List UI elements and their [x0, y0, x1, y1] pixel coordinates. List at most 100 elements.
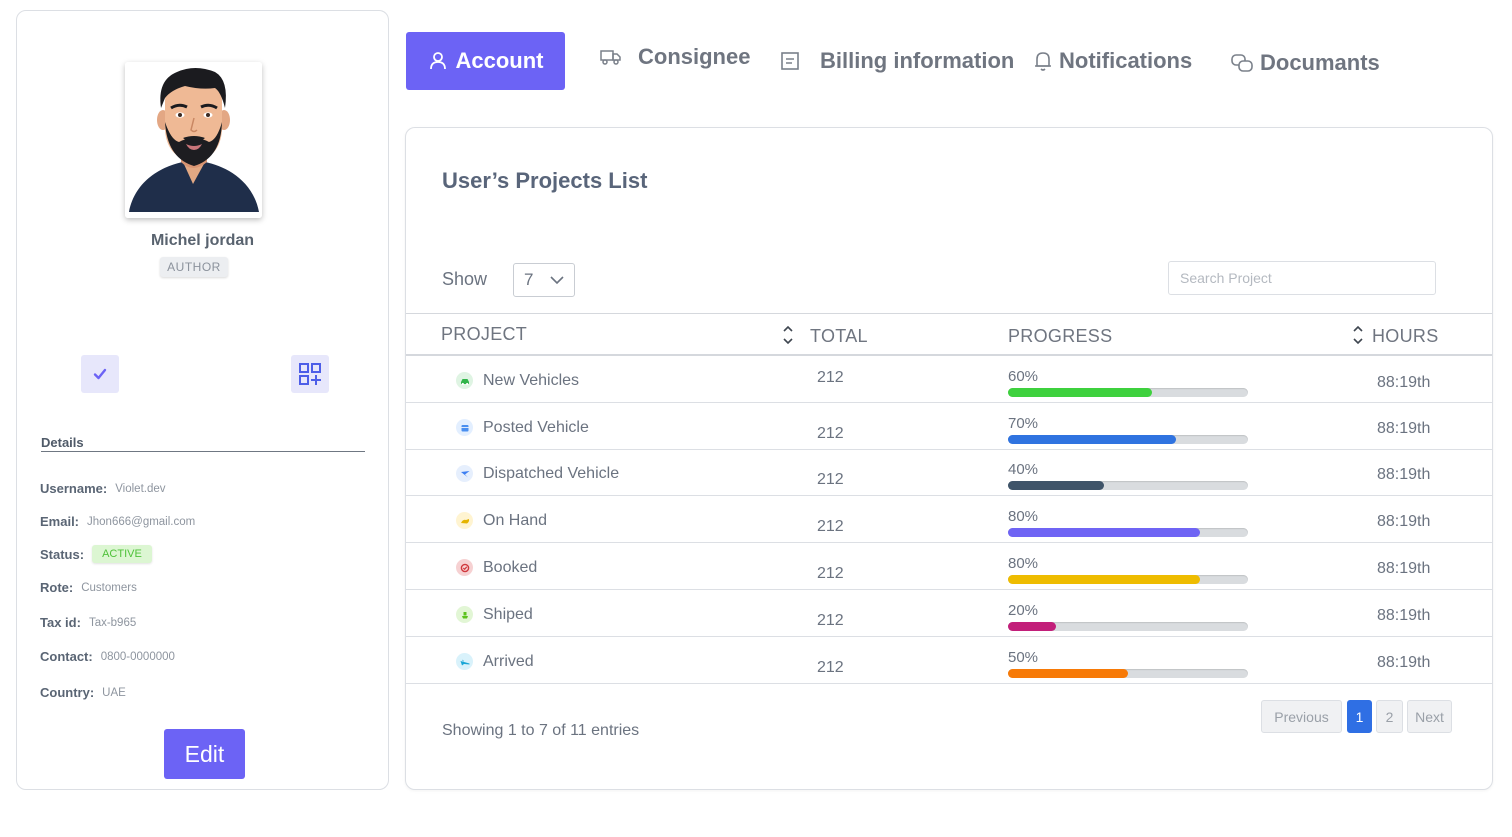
- entries-select-value: 7: [524, 270, 534, 289]
- grid-add-button[interactable]: [291, 355, 329, 393]
- column-project[interactable]: PROJECT: [441, 324, 527, 345]
- tab-notifications[interactable]: Notifications: [1033, 48, 1192, 74]
- detail-contact: Contact: 0800-0000000: [40, 649, 175, 664]
- table-row[interactable]: Posted Vehicle 212 70% 88:19th: [406, 403, 1492, 450]
- status-badge: ACTIVE: [92, 545, 152, 563]
- project-total: 212: [817, 659, 844, 676]
- details-title: Details: [41, 435, 84, 450]
- ship-icon-glyph: [461, 611, 468, 618]
- project-total: 212: [817, 518, 844, 535]
- tab-label: Consignee: [638, 44, 751, 69]
- check-icon: [93, 368, 107, 380]
- pagination-next-button[interactable]: Next: [1407, 700, 1452, 733]
- document-icon: [781, 52, 799, 70]
- column-hours[interactable]: HOURS: [1372, 326, 1439, 347]
- tab-billing-information[interactable]: Billing information: [780, 48, 1014, 74]
- progress-bar: [1008, 528, 1248, 537]
- project-name: Dispatched Vehicle: [483, 465, 620, 482]
- progress-bar: [1008, 481, 1248, 490]
- project-total: 212: [817, 425, 844, 442]
- detail-value: Customers: [81, 581, 137, 594]
- project-name: Booked: [483, 559, 538, 576]
- column-total[interactable]: TOTAL: [810, 326, 868, 347]
- column-progress[interactable]: PROGRESS: [1008, 326, 1112, 347]
- entries-info: Showing 1 to 7 of 11 entries: [442, 722, 640, 739]
- avatar-illustration: [125, 62, 262, 218]
- project-hours: 88:19th: [1377, 513, 1431, 530]
- table-row[interactable]: Arrived 212 50% 88:19th: [406, 637, 1492, 684]
- truck-icon: [600, 50, 621, 65]
- progress-bar-fill: [1008, 435, 1176, 444]
- progress-label: 60%: [1008, 368, 1039, 385]
- tab-account[interactable]: Account: [406, 32, 565, 90]
- search-input[interactable]: [1168, 261, 1436, 295]
- ship-icon: [456, 606, 473, 623]
- progress-bar-fill: [1008, 575, 1200, 584]
- detail-value: Tax-b965: [88, 616, 137, 629]
- detail-country: Country: UAE: [40, 685, 126, 700]
- progress-bar: [1008, 622, 1248, 631]
- tab-label: Documants: [1260, 50, 1380, 75]
- tab-consignee[interactable]: Consignee: [600, 44, 750, 70]
- project-name: Shiped: [483, 606, 533, 623]
- detail-key: Email:: [40, 514, 80, 529]
- project-name: Posted Vehicle: [483, 419, 589, 436]
- pagination-page-1[interactable]: 1: [1347, 700, 1372, 733]
- sort-icon[interactable]: [782, 324, 794, 346]
- progress-bar-fill: [1008, 622, 1056, 631]
- progress-bar-fill: [1008, 481, 1104, 490]
- progress-bar: [1008, 669, 1248, 678]
- project-hours: 88:19th: [1377, 466, 1431, 483]
- tab-label: Billing information: [820, 48, 1015, 73]
- detail-key: Username:: [40, 481, 108, 496]
- send-icon: [456, 465, 473, 482]
- project-hours: 88:19th: [1377, 607, 1431, 624]
- hand-icon: [456, 512, 473, 529]
- tab-label: Account: [455, 48, 544, 73]
- booked-icon-glyph: [460, 563, 469, 572]
- progress-label: 20%: [1008, 602, 1039, 619]
- detail-tax-id: Tax id: Tax-b965: [40, 615, 136, 630]
- avatar: [125, 62, 262, 218]
- detail-status: Status: ACTIVE: [40, 545, 152, 563]
- detail-rote: Rote: Customers: [40, 580, 137, 595]
- pagination-previous-button[interactable]: Previous: [1261, 700, 1342, 733]
- project-name: New Vehicles: [483, 372, 580, 389]
- progress-label: 70%: [1008, 415, 1039, 432]
- detail-value: UAE: [102, 686, 126, 699]
- role-badge: AUTHOR: [160, 257, 228, 277]
- sort-icon[interactable]: [1352, 324, 1364, 346]
- detail-key: Rote:: [40, 580, 74, 595]
- calendar-icon: [456, 419, 473, 436]
- table-row[interactable]: Shiped 212 20% 88:19th: [406, 590, 1492, 637]
- table-row[interactable]: Dispatched Vehicle 212 40% 88:19th: [406, 449, 1492, 496]
- table-row[interactable]: On Hand 212 80% 88:19th: [406, 496, 1492, 543]
- edit-button[interactable]: Edit: [164, 729, 245, 779]
- project-hours: 88:19th: [1377, 420, 1431, 437]
- detail-key: Status:: [40, 546, 85, 562]
- project-total: 212: [817, 369, 844, 386]
- hand-icon-glyph: [460, 518, 469, 523]
- projects-card: User’s Projects List Show 7 PROJECT TOTA…: [405, 127, 1493, 790]
- plane-icon-glyph: [460, 659, 469, 665]
- user-icon: [429, 52, 446, 70]
- detail-value: 0800-0000000: [100, 650, 175, 663]
- project-hours: 88:19th: [1377, 560, 1431, 577]
- chevron-down-icon: [550, 275, 564, 284]
- check-button[interactable]: [81, 355, 119, 393]
- detail-username: Username: Violet.dev: [40, 481, 166, 496]
- booked-icon: [456, 559, 473, 576]
- progress-bar: [1008, 388, 1248, 397]
- entries-select[interactable]: 7: [513, 263, 575, 297]
- table-row[interactable]: New Vehicles 212 60% 88:19th: [406, 356, 1492, 403]
- project-total: 212: [817, 471, 844, 488]
- pagination-page-2[interactable]: 2: [1376, 700, 1403, 733]
- project-name: Arrived: [483, 653, 534, 670]
- project-total: 212: [817, 612, 844, 629]
- car-icon-glyph: [460, 378, 469, 385]
- detail-email: Email: Jhon666@gmail.com: [40, 514, 195, 529]
- detail-key: Country:: [40, 685, 95, 700]
- table-row[interactable]: Booked 212 80% 88:19th: [406, 543, 1492, 590]
- tab-label: Notifications: [1059, 48, 1193, 73]
- tab-documants[interactable]: Documants: [1230, 50, 1380, 76]
